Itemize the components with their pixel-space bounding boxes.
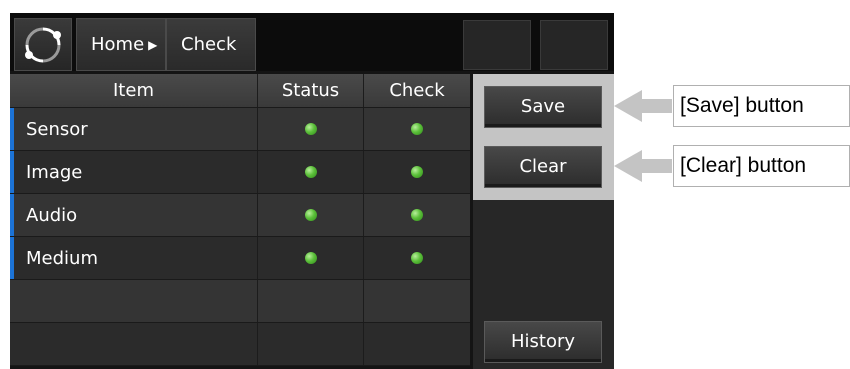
status-cell — [258, 194, 364, 236]
save-button[interactable]: Save — [484, 86, 602, 128]
status-cell — [258, 108, 364, 150]
check-cell — [364, 151, 470, 193]
callout-clear-label: [Clear] button — [673, 145, 850, 187]
row-item-label: Sensor — [10, 108, 258, 150]
breadcrumb-home-label: Home — [91, 34, 145, 55]
table-header: Item Status Check — [10, 74, 470, 108]
row-item-label: Image — [10, 151, 258, 193]
green-dot-icon — [304, 123, 317, 135]
green-dot-icon — [411, 209, 423, 221]
green-dot-icon — [304, 166, 317, 178]
action-panel: Save Clear History — [473, 74, 614, 369]
table-row-empty — [10, 280, 470, 323]
green-dot-icon — [411, 252, 423, 264]
table-row[interactable]: Medium — [10, 237, 470, 280]
check-cell — [364, 237, 470, 279]
top-blank-button-2[interactable] — [540, 20, 608, 70]
empty-cell — [10, 280, 258, 322]
empty-cell — [10, 323, 258, 365]
breadcrumb-home[interactable]: Home ▶ — [76, 18, 166, 71]
row-item-label: Audio — [10, 194, 258, 236]
clear-button[interactable]: Clear — [484, 146, 602, 188]
check-cell — [364, 108, 470, 150]
status-cell — [258, 151, 364, 193]
home-logo-button[interactable] — [14, 18, 72, 71]
empty-cell — [258, 280, 364, 322]
breadcrumb-current-label: Check — [181, 34, 237, 55]
check-cell — [364, 194, 470, 236]
table-row[interactable]: Image — [10, 151, 470, 194]
history-button[interactable]: History — [484, 321, 602, 363]
breadcrumb-current: Check — [166, 18, 256, 71]
callout-arrow-save-icon — [614, 90, 672, 122]
green-dot-icon — [411, 123, 423, 135]
table-row-empty — [10, 323, 470, 366]
green-dot-icon — [304, 252, 317, 264]
empty-cell — [258, 323, 364, 365]
callout-arrow-clear-icon — [614, 150, 672, 182]
table-row[interactable]: Audio — [10, 194, 470, 237]
check-table: Item Status Check Sensor Image Audio Med… — [10, 74, 470, 366]
column-header-check: Check — [389, 80, 445, 101]
row-item-label: Medium — [10, 237, 258, 279]
column-header-status: Status — [258, 74, 364, 107]
top-blank-button-1[interactable] — [463, 20, 531, 70]
empty-cell — [364, 323, 470, 365]
device-screen: Home ▶ Check Item Status Check Sensor Ima… — [10, 13, 614, 369]
green-dot-icon — [304, 209, 317, 221]
table-row[interactable]: Sensor — [10, 108, 470, 151]
column-header-item: Item — [10, 74, 258, 107]
empty-cell — [364, 280, 470, 322]
callout-save-label: [Save] button — [673, 85, 850, 127]
triangle-right-icon: ▶ — [148, 38, 158, 52]
status-cell — [258, 237, 364, 279]
circular-arrows-logo-icon — [25, 27, 61, 63]
green-dot-icon — [411, 166, 423, 178]
top-bar: Home ▶ Check — [10, 13, 614, 71]
